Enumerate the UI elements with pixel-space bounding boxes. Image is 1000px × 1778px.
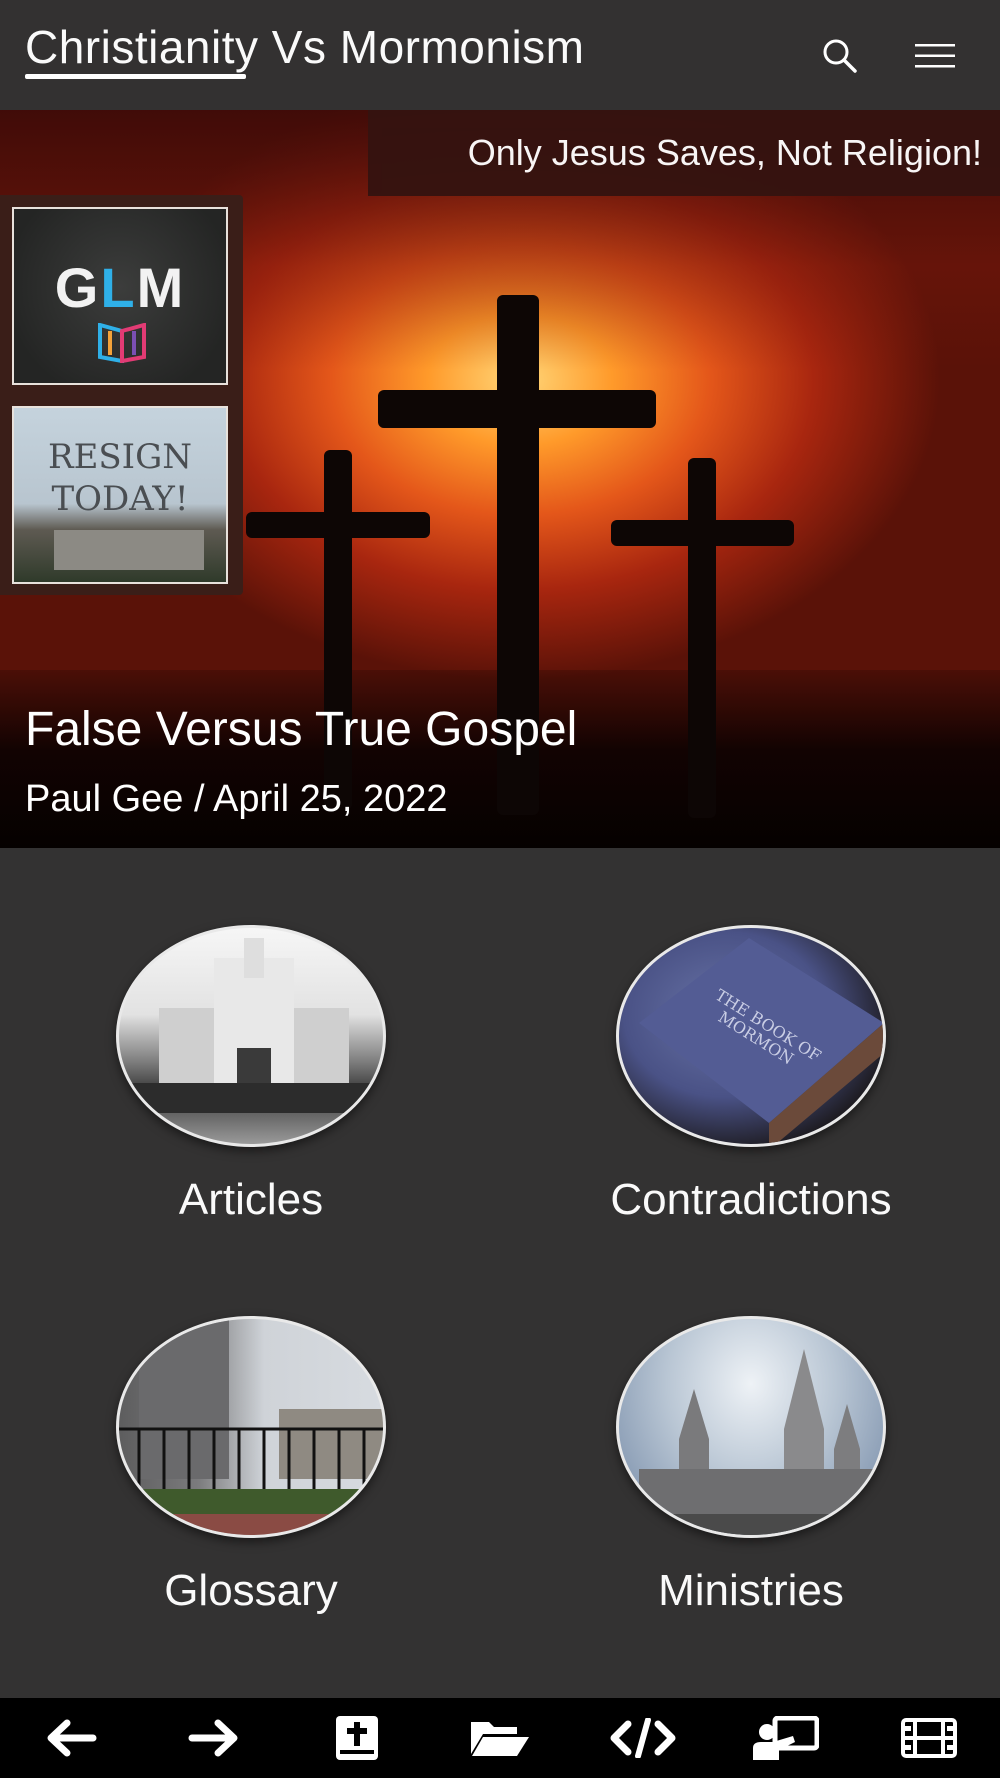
category-contradictions[interactable]: THE BOOK OF MORMON Contradictions — [610, 925, 1000, 1255]
back-button[interactable] — [0, 1698, 143, 1778]
post-meta: Paul Gee / April 25, 2022 — [25, 778, 448, 820]
forward-button[interactable] — [143, 1698, 286, 1778]
category-label: Glossary — [164, 1566, 338, 1615]
video-button[interactable] — [857, 1698, 1000, 1778]
search-button[interactable] — [812, 28, 868, 84]
site-title[interactable]: Christianity Vs Mormonism — [25, 20, 585, 74]
search-icon — [823, 39, 857, 73]
code-button[interactable] — [571, 1698, 714, 1778]
arrow-left-icon — [47, 1719, 97, 1757]
category-label: Ministries — [658, 1566, 844, 1615]
featured-post-hero[interactable]: Only Jesus Saves, Not Religion! GLM RESI… — [0, 110, 1000, 848]
folder-open-icon — [471, 1722, 529, 1756]
arrow-right-icon — [188, 1719, 238, 1757]
menu-button[interactable] — [907, 28, 963, 84]
open-book-icon — [98, 323, 146, 363]
gate-illustration — [119, 1319, 383, 1535]
category-glossary[interactable]: Glossary — [116, 1316, 556, 1646]
glm-promo-link[interactable]: GLM — [12, 207, 228, 385]
bottom-navigation-bar — [0, 1698, 1000, 1778]
category-label: Articles — [178, 1175, 324, 1224]
book-of-mormon-photo: THE BOOK OF MORMON — [616, 925, 886, 1147]
glm-logo: GLM — [54, 256, 186, 319]
book-illustration: THE BOOK OF MORMON — [639, 938, 883, 1144]
resign-today-text: RESIGN TODAY! — [14, 436, 226, 520]
code-icon — [610, 1718, 676, 1758]
category-articles[interactable]: Articles — [116, 925, 556, 1255]
bible-icon — [336, 1716, 379, 1760]
teaching-button[interactable] — [714, 1698, 857, 1778]
film-icon — [900, 1718, 957, 1758]
hamburger-menu-icon — [915, 44, 955, 68]
spires-illustration — [619, 1349, 883, 1535]
folder-button[interactable] — [429, 1698, 572, 1778]
tagline-banner: Only Jesus Saves, Not Religion! — [368, 110, 1000, 196]
post-title[interactable]: False Versus True Gospel — [25, 702, 577, 757]
resign-line-2: TODAY! — [51, 479, 189, 519]
temple-photo — [116, 925, 386, 1147]
chalkboard-teacher-icon — [752, 1716, 819, 1760]
tagline: Only Jesus Saves, Not Religion! — [467, 132, 982, 173]
resign-today-link[interactable]: RESIGN TODAY! — [12, 406, 228, 584]
bible-button[interactable] — [286, 1698, 429, 1778]
category-ministries[interactable]: Ministries — [616, 1316, 1000, 1646]
temple-gate-photo — [116, 1316, 386, 1538]
category-label: Contradictions — [610, 1175, 892, 1224]
salt-lake-temple-photo — [616, 1316, 886, 1538]
top-app-bar: Christianity Vs Mormonism — [0, 0, 1000, 110]
title-underline — [25, 74, 246, 79]
building-image — [54, 530, 204, 570]
temple-illustration — [119, 938, 383, 1113]
resign-line-1: RESIGN — [47, 437, 193, 477]
